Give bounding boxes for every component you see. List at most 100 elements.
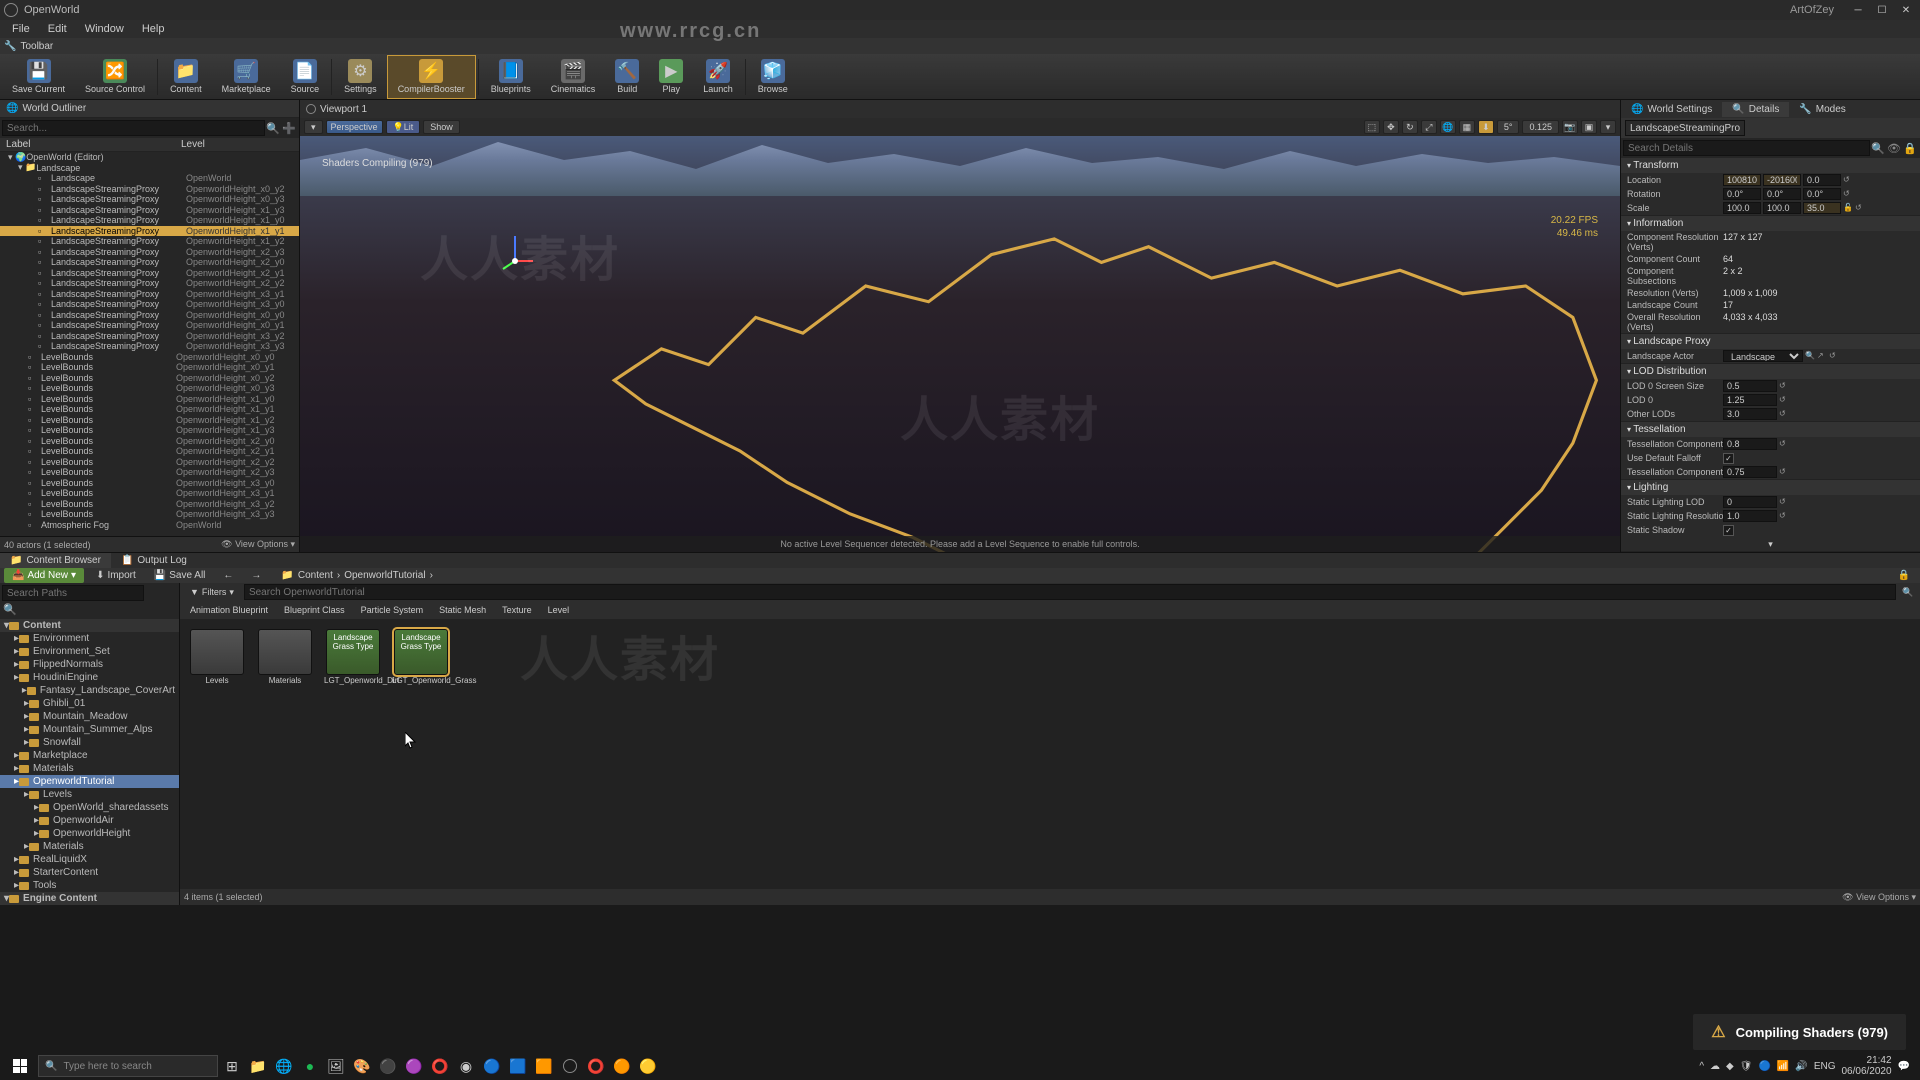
tree-item[interactable]: ▸ OpenworldAir xyxy=(0,814,179,827)
reset-icon[interactable]: ↺ xyxy=(1843,189,1853,199)
outliner-row[interactable]: ▫LandscapeStreamingProxyOpenworldHeight_… xyxy=(0,278,299,289)
tree-item[interactable]: ▸ Levels xyxy=(0,788,179,801)
tree-search[interactable] xyxy=(2,585,144,601)
tray-cloud-icon[interactable]: ☁ xyxy=(1710,1061,1720,1072)
outliner-row[interactable]: ▫LandscapeStreamingProxyOpenworldHeight_… xyxy=(0,184,299,195)
tree-item[interactable]: ▸ OpenworldHeight xyxy=(0,827,179,840)
view-options-button[interactable]: 👁 View Options ▾ xyxy=(221,539,295,550)
task-view-icon[interactable]: ⊞ xyxy=(220,1054,244,1078)
search-icon[interactable]: 🔍 xyxy=(1900,584,1916,600)
rotation-y[interactable] xyxy=(1763,188,1801,200)
task-app-icon[interactable]: 🟦 xyxy=(506,1054,530,1078)
viewport-menu-button[interactable]: ▾ xyxy=(304,120,323,134)
task-app-icon[interactable]: 🔵 xyxy=(480,1054,504,1078)
asset-search[interactable] xyxy=(244,584,1896,600)
outliner-row[interactable]: ▫LandscapeStreamingProxyOpenworldHeight_… xyxy=(0,257,299,268)
tool-source-control[interactable]: 🔀Source Control xyxy=(75,55,155,99)
task-app-icon[interactable]: 🟧 xyxy=(532,1054,556,1078)
tool-build[interactable]: 🔨Build xyxy=(605,55,649,99)
tree-item[interactable]: ▸ Tools xyxy=(0,879,179,892)
tray-expand-icon[interactable]: ^ xyxy=(1699,1061,1704,1072)
viewport-layout-icon[interactable]: ▾ xyxy=(1600,120,1616,134)
lit-button[interactable]: 💡Lit xyxy=(386,120,421,134)
outliner-row[interactable]: ▫LandscapeStreamingProxyOpenworldHeight_… xyxy=(0,247,299,258)
asset-folder[interactable]: Materials xyxy=(258,629,312,686)
tab-details[interactable]: 🔍 Details xyxy=(1722,102,1789,117)
lighting-res[interactable] xyxy=(1723,510,1777,522)
transform-gizmo[interactable] xyxy=(495,231,535,271)
outliner-row[interactable]: ▫Atmospheric FogOpenWorld xyxy=(0,520,299,531)
tool-save-current[interactable]: 💾Save Current xyxy=(2,55,75,99)
outliner-tab[interactable]: 🌐 World Outliner xyxy=(0,100,299,118)
view-options-button[interactable]: 👁 View Options ▾ xyxy=(1842,892,1916,903)
tab-content-browser[interactable]: 📁 Content Browser xyxy=(0,553,111,568)
section-transform[interactable]: Transform xyxy=(1621,158,1920,173)
details-body[interactable]: Transform Location↺ Rotation↺ Scale🔓↺ In… xyxy=(1621,158,1920,552)
task-app-icon[interactable]: ⭕ xyxy=(428,1054,452,1078)
tool-browse[interactable]: 🧊Browse xyxy=(748,55,798,99)
outliner-row[interactable]: ▫LevelBoundsOpenworldHeight_x1_y0 xyxy=(0,394,299,405)
scale-x[interactable] xyxy=(1723,202,1761,214)
tool-source[interactable]: 📄Source xyxy=(281,55,330,99)
filter-pill[interactable]: Level xyxy=(542,604,576,616)
perspective-button[interactable]: Perspective xyxy=(326,120,383,134)
outliner-row[interactable]: ▫LandscapeStreamingProxyOpenworldHeight_… xyxy=(0,320,299,331)
taskbar-search[interactable]: 🔍 Type here to search xyxy=(38,1055,218,1077)
tree-item[interactable]: ▸ StarterContent xyxy=(0,866,179,879)
tray-clock[interactable]: 21:42 06/06/2020 xyxy=(1841,1055,1891,1077)
tree-item[interactable]: ▸ Materials xyxy=(0,840,179,853)
outliner-row[interactable]: ▫LandscapeStreamingProxyOpenworldHeight_… xyxy=(0,194,299,205)
outliner-search[interactable] xyxy=(2,120,265,136)
menu-edit[interactable]: Edit xyxy=(40,21,75,37)
save-all-button[interactable]: 💾 Save All xyxy=(148,568,212,583)
transform-move-icon[interactable]: ✥ xyxy=(1383,120,1399,134)
show-button[interactable]: Show xyxy=(423,120,460,134)
task-steam-icon[interactable]: ◉ xyxy=(454,1054,478,1078)
tab-output-log[interactable]: 📋 Output Log xyxy=(111,553,197,568)
task-app-icon[interactable]: 🟠 xyxy=(610,1054,634,1078)
location-z[interactable] xyxy=(1803,174,1841,186)
tray-icon[interactable]: 🛡 xyxy=(1740,1061,1753,1072)
filters-button[interactable]: ▼ Filters ▾ xyxy=(184,585,240,600)
tool-compilerbooster[interactable]: ⚡CompilerBooster xyxy=(387,55,476,99)
tess-size-1[interactable] xyxy=(1723,438,1777,450)
lighting-lod[interactable] xyxy=(1723,496,1777,508)
lock-icon[interactable]: 🔒 xyxy=(1892,568,1916,583)
asset-grass[interactable]: Landscape Grass TypeLGT_Openworld_Grass xyxy=(394,629,448,686)
outliner-row[interactable]: ▫LevelBoundsOpenworldHeight_x2_y2 xyxy=(0,457,299,468)
reset-icon[interactable]: ↺ xyxy=(1855,203,1865,213)
tree-item[interactable]: ▸ Snowfall xyxy=(0,736,179,749)
filter-pill[interactable]: Animation Blueprint xyxy=(184,604,274,616)
outliner-row[interactable]: ▫LevelBoundsOpenworldHeight_x2_y3 xyxy=(0,467,299,478)
static-shadow-checkbox[interactable] xyxy=(1723,525,1734,536)
search-icon[interactable]: 🔍 xyxy=(2,601,18,617)
outliner-row[interactable]: ▫LevelBoundsOpenworldHeight_x1_y2 xyxy=(0,415,299,426)
tray-lang[interactable]: ENG xyxy=(1814,1061,1836,1072)
filter-pill[interactable]: Texture xyxy=(496,604,538,616)
minimize-button[interactable]: ─ xyxy=(1848,3,1868,17)
start-button[interactable] xyxy=(4,1054,36,1078)
filter-pill[interactable]: Static Mesh xyxy=(433,604,492,616)
tree-item[interactable]: ▸ Environment xyxy=(0,632,179,645)
outliner-row[interactable]: ▫LevelBoundsOpenworldHeight_x0_y3 xyxy=(0,383,299,394)
tray-notifications-icon[interactable]: 💬 xyxy=(1898,1061,1910,1072)
tree-item[interactable]: ▸ Environment_Set xyxy=(0,645,179,658)
task-chrome-icon[interactable]: 🌐 xyxy=(272,1054,296,1078)
task-spotify-icon[interactable]: ● xyxy=(298,1054,322,1078)
filter-icon[interactable]: 👁 xyxy=(1886,140,1902,156)
filter-pill[interactable]: Blueprint Class xyxy=(278,604,351,616)
tool-content[interactable]: 📁Content xyxy=(160,55,212,99)
rotation-x[interactable] xyxy=(1723,188,1761,200)
tab-world-settings[interactable]: 🌐 World Settings xyxy=(1621,102,1722,117)
tray-icon[interactable]: ◆ xyxy=(1726,1061,1734,1072)
scale-snap-value[interactable]: 0.125 xyxy=(1522,120,1559,134)
location-y[interactable] xyxy=(1763,174,1801,186)
tool-cinematics[interactable]: 🎬Cinematics xyxy=(541,55,606,99)
outliner-row[interactable]: ▫LevelBoundsOpenworldHeight_x1_y3 xyxy=(0,425,299,436)
tree-item[interactable]: ▸ Fantasy_Landscape_CoverArt xyxy=(0,684,179,697)
outliner-row[interactable]: ▫LandscapeStreamingProxyOpenworldHeight_… xyxy=(0,299,299,310)
asset-grass[interactable]: Landscape Grass TypeLGT_Openworld_Dirt xyxy=(326,629,380,686)
user-badge[interactable]: ArtOfZey xyxy=(1790,4,1834,16)
grid-snap-icon[interactable]: ▦ xyxy=(1459,120,1475,134)
close-button[interactable]: ✕ xyxy=(1896,3,1916,17)
